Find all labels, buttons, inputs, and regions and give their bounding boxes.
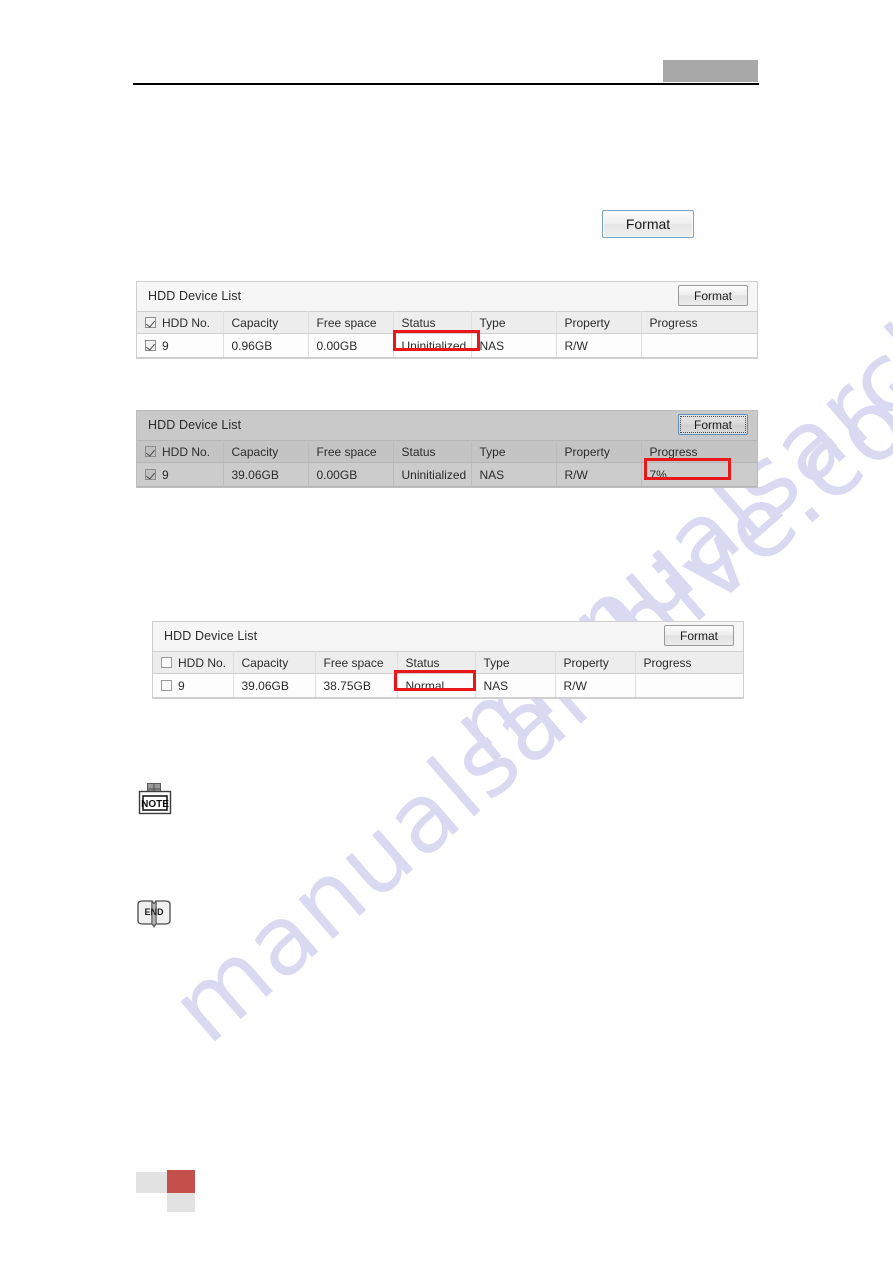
format-button[interactable]: Format [678,285,748,306]
column-header-free-space: Free space [308,311,394,334]
select-all-checkbox[interactable] [145,446,156,457]
cell-status: Uninitialized [393,462,472,487]
hdd-device-table: HDD No. Capacity Free space Status Type … [137,440,757,487]
column-header-label: HDD No. [178,655,227,670]
panel-titlebar: HDD Device List Format [137,282,757,311]
column-header-type: Type [471,311,557,334]
cell-status: Uninitialized [393,333,472,358]
format-button[interactable]: Format [664,625,734,646]
panel-titlebar: HDD Device List Format [153,622,743,651]
table-row[interactable]: 9 39.06GB 0.00GB Uninitialized NAS R/W 7… [137,462,757,487]
panel-title: HDD Device List [148,289,242,303]
column-header-free-space: Free space [315,651,398,674]
table-row[interactable]: 9 0.96GB 0.00GB Uninitialized NAS R/W [137,333,757,358]
cell-capacity: 0.96GB [223,333,309,358]
table-row[interactable]: 9 39.06GB 38.75GB Normal NAS R/W [153,673,743,698]
cell-free-space: 38.75GB [315,673,398,698]
footer-masked-block-left [136,1172,167,1193]
column-header-type: Type [475,651,556,674]
format-button[interactable]: Format [602,210,694,238]
column-header-capacity: Capacity [233,651,316,674]
column-header-property: Property [555,651,636,674]
hdd-device-list-panel: HDD Device List Format HDD No. Capacity … [152,621,744,699]
column-header-progress: Progress [641,440,757,463]
column-header-label: HDD No. [162,315,211,330]
column-header-status: Status [393,440,472,463]
cell-free-space: 0.00GB [308,333,394,358]
cell-progress [635,673,743,698]
cell-type: NAS [471,462,557,487]
format-button-label: Format [679,628,718,643]
table-header-row: HDD No. Capacity Free space Status Type … [153,651,743,674]
footer-masked-block-red [167,1170,195,1193]
panel-title: HDD Device List [164,629,258,643]
panel-title: HDD Device List [148,418,242,432]
row-checkbox[interactable] [161,680,172,691]
cell-progress: 7% [641,462,757,487]
cell-hdd-no-label: 9 [178,678,185,693]
cell-type: NAS [471,333,557,358]
cell-hdd-no-label: 9 [162,338,169,353]
cell-free-space: 0.00GB [308,462,394,487]
hdd-device-table: HDD No. Capacity Free space Status Type … [137,311,757,358]
column-header-hdd-no: HDD No. [137,440,224,463]
note-icon: NOTE [137,782,177,818]
cell-capacity: 39.06GB [233,673,316,698]
format-button-label: Format [693,417,732,432]
select-all-checkbox[interactable] [145,317,156,328]
panel-titlebar: HDD Device List Format [137,411,757,440]
cell-hdd-no: 9 [153,673,234,698]
select-all-checkbox[interactable] [161,657,172,668]
cell-hdd-no-label: 9 [162,467,169,482]
cell-hdd-no: 9 [137,462,224,487]
format-button-label: Format [693,288,732,303]
column-header-status: Status [397,651,476,674]
column-header-progress: Progress [635,651,743,674]
cell-capacity: 39.06GB [223,462,309,487]
cell-type: NAS [475,673,556,698]
column-header-hdd-no: HDD No. [137,311,224,334]
column-header-property: Property [556,311,642,334]
end-icon: END [135,898,173,930]
note-label: NOTE [141,799,169,810]
column-header-capacity: Capacity [223,311,309,334]
hdd-device-table: HDD No. Capacity Free space Status Type … [153,651,743,698]
column-header-capacity: Capacity [223,440,309,463]
column-header-property: Property [556,440,642,463]
row-checkbox[interactable] [145,469,156,480]
column-header-status: Status [393,311,472,334]
cell-property: R/W [556,333,642,358]
cell-hdd-no: 9 [137,333,224,358]
footer-masked-block-bottom [167,1193,195,1212]
row-checkbox[interactable] [145,340,156,351]
column-header-hdd-no: HDD No. [153,651,234,674]
hdd-device-list-panel: HDD Device List Format HDD No. Capacity … [136,281,758,359]
cell-progress [641,333,757,358]
column-header-label: HDD No. [162,444,211,459]
cell-property: R/W [556,462,642,487]
format-button[interactable]: Format [678,414,748,435]
table-header-row: HDD No. Capacity Free space Status Type … [137,440,757,463]
cell-property: R/W [555,673,636,698]
column-header-progress: Progress [641,311,757,334]
end-label: END [144,907,164,917]
cell-status: Normal [397,673,476,698]
column-header-type: Type [471,440,557,463]
column-header-free-space: Free space [308,440,394,463]
hdd-device-list-panel: HDD Device List Format HDD No. Capacity … [136,410,758,488]
table-header-row: HDD No. Capacity Free space Status Type … [137,311,757,334]
